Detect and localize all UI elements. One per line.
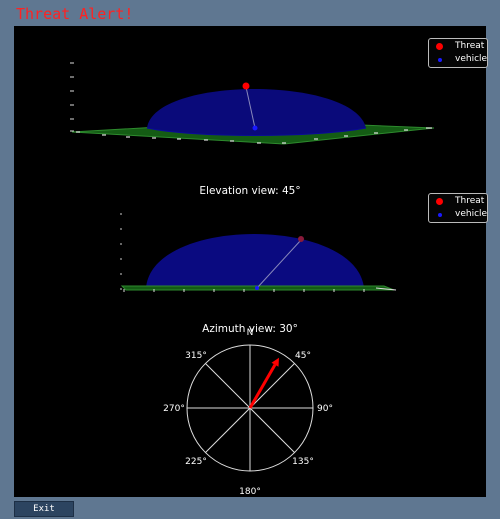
threat-alert-title: Threat Alert!: [16, 5, 134, 23]
compass-label-135: 135°: [292, 457, 314, 467]
compass-label-180: 180°: [239, 487, 261, 497]
plot-panel: Threat vehicle Elevation view: 45° Threa…: [14, 26, 488, 497]
compass-label-225: 225°: [185, 457, 207, 467]
azimuth-compass: N 45° 90° 135° 180° 225° 270° 315°: [163, 328, 333, 497]
compass-label-45: 45°: [295, 351, 311, 361]
compass-label-270: 270°: [163, 404, 185, 414]
compass-label-90: 90°: [317, 404, 333, 414]
exit-button[interactable]: Exit: [14, 501, 74, 517]
compass-north-label: N: [247, 328, 254, 338]
compass-label-315: 315°: [185, 351, 207, 361]
